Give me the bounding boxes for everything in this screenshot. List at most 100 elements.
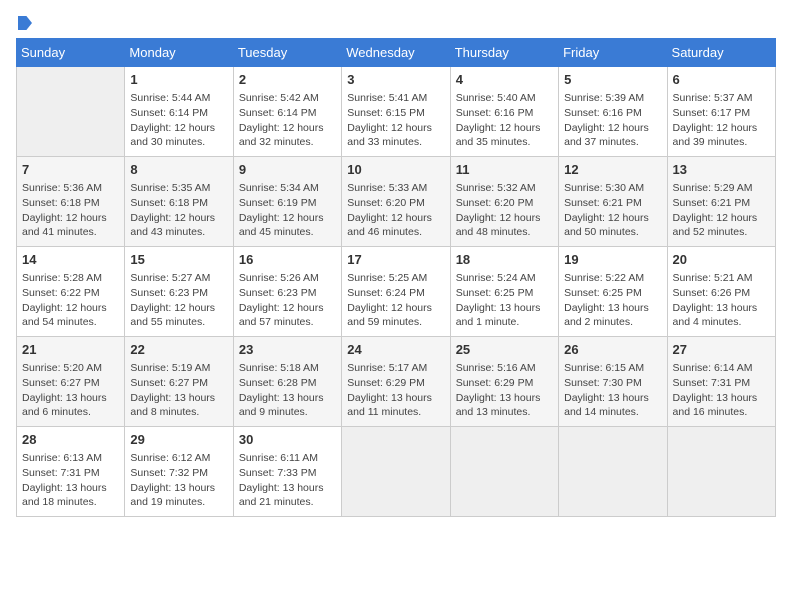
calendar-day-cell: 4 Sunrise: 5:40 AM Sunset: 6:16 PM Daylig… xyxy=(450,67,558,157)
calendar-day-cell: 11 Sunrise: 5:32 AM Sunset: 6:20 PM Dayli… xyxy=(450,157,558,247)
calendar-day-cell: 2 Sunrise: 5:42 AM Sunset: 6:14 PM Daylig… xyxy=(233,67,341,157)
day-number: 21 xyxy=(22,341,119,359)
calendar-table: SundayMondayTuesdayWednesdayThursdayFrid… xyxy=(16,38,776,517)
calendar-day-cell xyxy=(450,427,558,517)
day-info: Sunrise: 6:14 AM Sunset: 7:31 PM Dayligh… xyxy=(673,361,770,420)
calendar-day-cell: 30 Sunrise: 6:11 AM Sunset: 7:33 PM Dayli… xyxy=(233,427,341,517)
day-info: Sunrise: 5:27 AM Sunset: 6:23 PM Dayligh… xyxy=(130,271,227,330)
day-info: Sunrise: 5:29 AM Sunset: 6:21 PM Dayligh… xyxy=(673,181,770,240)
day-info: Sunrise: 5:21 AM Sunset: 6:26 PM Dayligh… xyxy=(673,271,770,330)
day-info: Sunrise: 5:39 AM Sunset: 6:16 PM Dayligh… xyxy=(564,91,661,150)
day-number: 11 xyxy=(456,161,553,179)
day-of-week-header: Monday xyxy=(125,39,233,67)
calendar-day-cell: 6 Sunrise: 5:37 AM Sunset: 6:17 PM Daylig… xyxy=(667,67,775,157)
day-number: 12 xyxy=(564,161,661,179)
calendar-day-cell: 17 Sunrise: 5:25 AM Sunset: 6:24 PM Dayli… xyxy=(342,247,450,337)
calendar-week-row: 21 Sunrise: 5:20 AM Sunset: 6:27 PM Dayli… xyxy=(17,337,776,427)
day-number: 5 xyxy=(564,71,661,89)
day-number: 9 xyxy=(239,161,336,179)
day-info: Sunrise: 5:19 AM Sunset: 6:27 PM Dayligh… xyxy=(130,361,227,420)
day-info: Sunrise: 6:11 AM Sunset: 7:33 PM Dayligh… xyxy=(239,451,336,510)
day-number: 23 xyxy=(239,341,336,359)
day-number: 10 xyxy=(347,161,444,179)
day-number: 20 xyxy=(673,251,770,269)
day-number: 25 xyxy=(456,341,553,359)
calendar-day-cell: 8 Sunrise: 5:35 AM Sunset: 6:18 PM Daylig… xyxy=(125,157,233,247)
day-number: 13 xyxy=(673,161,770,179)
calendar-day-cell: 27Sunrise: 6:14 AM Sunset: 7:31 PM Dayli… xyxy=(667,337,775,427)
day-number: 2 xyxy=(239,71,336,89)
calendar-day-cell: 24 Sunrise: 5:17 AM Sunset: 6:29 PM Dayli… xyxy=(342,337,450,427)
day-of-week-header: Wednesday xyxy=(342,39,450,67)
calendar-day-cell: 16 Sunrise: 5:26 AM Sunset: 6:23 PM Dayli… xyxy=(233,247,341,337)
calendar-day-cell xyxy=(17,67,125,157)
calendar-day-cell: 23 Sunrise: 5:18 AM Sunset: 6:28 PM Dayli… xyxy=(233,337,341,427)
calendar-day-cell: 13 Sunrise: 5:29 AM Sunset: 6:21 PM Dayli… xyxy=(667,157,775,247)
day-info: Sunrise: 6:13 AM Sunset: 7:31 PM Dayligh… xyxy=(22,451,119,510)
calendar-day-cell: 25 Sunrise: 5:16 AM Sunset: 6:29 PM Dayli… xyxy=(450,337,558,427)
day-number: 26 xyxy=(564,341,661,359)
day-number: 7 xyxy=(22,161,119,179)
day-number: 1 xyxy=(130,71,227,89)
day-info: Sunrise: 5:28 AM Sunset: 6:22 PM Dayligh… xyxy=(22,271,119,330)
day-number: 24 xyxy=(347,341,444,359)
day-info: Sunrise: 5:36 AM Sunset: 6:18 PM Dayligh… xyxy=(22,181,119,240)
day-number: 22 xyxy=(130,341,227,359)
calendar-day-cell: 1 Sunrise: 5:44 AM Sunset: 6:14 PM Daylig… xyxy=(125,67,233,157)
calendar-day-cell: 14 Sunrise: 5:28 AM Sunset: 6:22 PM Dayli… xyxy=(17,247,125,337)
day-number: 4 xyxy=(456,71,553,89)
day-info: Sunrise: 5:34 AM Sunset: 6:19 PM Dayligh… xyxy=(239,181,336,240)
day-info: Sunrise: 5:33 AM Sunset: 6:20 PM Dayligh… xyxy=(347,181,444,240)
day-number: 6 xyxy=(673,71,770,89)
page-header xyxy=(16,16,776,30)
day-info: Sunrise: 5:17 AM Sunset: 6:29 PM Dayligh… xyxy=(347,361,444,420)
day-info: Sunrise: 5:32 AM Sunset: 6:20 PM Dayligh… xyxy=(456,181,553,240)
day-number: 29 xyxy=(130,431,227,449)
day-number: 30 xyxy=(239,431,336,449)
logo xyxy=(16,16,32,30)
calendar-day-cell: 10 Sunrise: 5:33 AM Sunset: 6:20 PM Dayli… xyxy=(342,157,450,247)
logo-arrow-icon xyxy=(18,16,32,30)
day-info: Sunrise: 5:20 AM Sunset: 6:27 PM Dayligh… xyxy=(22,361,119,420)
calendar-week-row: 14 Sunrise: 5:28 AM Sunset: 6:22 PM Dayli… xyxy=(17,247,776,337)
day-of-week-header: Tuesday xyxy=(233,39,341,67)
calendar-day-cell: 29 Sunrise: 6:12 AM Sunset: 7:32 PM Dayli… xyxy=(125,427,233,517)
day-number: 16 xyxy=(239,251,336,269)
calendar-day-cell: 9 Sunrise: 5:34 AM Sunset: 6:19 PM Daylig… xyxy=(233,157,341,247)
day-info: Sunrise: 5:18 AM Sunset: 6:28 PM Dayligh… xyxy=(239,361,336,420)
calendar-week-row: 28 Sunrise: 6:13 AM Sunset: 7:31 PM Dayli… xyxy=(17,427,776,517)
calendar-header-row: SundayMondayTuesdayWednesdayThursdayFrid… xyxy=(17,39,776,67)
day-info: Sunrise: 5:44 AM Sunset: 6:14 PM Dayligh… xyxy=(130,91,227,150)
day-info: Sunrise: 5:30 AM Sunset: 6:21 PM Dayligh… xyxy=(564,181,661,240)
day-info: Sunrise: 5:40 AM Sunset: 6:16 PM Dayligh… xyxy=(456,91,553,150)
calendar-week-row: 1 Sunrise: 5:44 AM Sunset: 6:14 PM Daylig… xyxy=(17,67,776,157)
day-of-week-header: Saturday xyxy=(667,39,775,67)
calendar-day-cell xyxy=(342,427,450,517)
calendar-day-cell: 7 Sunrise: 5:36 AM Sunset: 6:18 PM Daylig… xyxy=(17,157,125,247)
day-info: Sunrise: 5:16 AM Sunset: 6:29 PM Dayligh… xyxy=(456,361,553,420)
day-info: Sunrise: 5:42 AM Sunset: 6:14 PM Dayligh… xyxy=(239,91,336,150)
day-info: Sunrise: 5:41 AM Sunset: 6:15 PM Dayligh… xyxy=(347,91,444,150)
day-number: 17 xyxy=(347,251,444,269)
calendar-day-cell: 3 Sunrise: 5:41 AM Sunset: 6:15 PM Daylig… xyxy=(342,67,450,157)
calendar-day-cell: 15 Sunrise: 5:27 AM Sunset: 6:23 PM Dayli… xyxy=(125,247,233,337)
day-number: 15 xyxy=(130,251,227,269)
day-number: 8 xyxy=(130,161,227,179)
day-number: 14 xyxy=(22,251,119,269)
day-info: Sunrise: 5:37 AM Sunset: 6:17 PM Dayligh… xyxy=(673,91,770,150)
day-info: Sunrise: 5:22 AM Sunset: 6:25 PM Dayligh… xyxy=(564,271,661,330)
day-of-week-header: Thursday xyxy=(450,39,558,67)
day-info: Sunrise: 5:35 AM Sunset: 6:18 PM Dayligh… xyxy=(130,181,227,240)
day-number: 28 xyxy=(22,431,119,449)
day-number: 19 xyxy=(564,251,661,269)
day-number: 3 xyxy=(347,71,444,89)
calendar-day-cell: 22 Sunrise: 5:19 AM Sunset: 6:27 PM Dayli… xyxy=(125,337,233,427)
day-info: Sunrise: 5:25 AM Sunset: 6:24 PM Dayligh… xyxy=(347,271,444,330)
calendar-day-cell: 12 Sunrise: 5:30 AM Sunset: 6:21 PM Dayli… xyxy=(559,157,667,247)
day-info: Sunrise: 5:26 AM Sunset: 6:23 PM Dayligh… xyxy=(239,271,336,330)
calendar-day-cell xyxy=(559,427,667,517)
calendar-day-cell: 5 Sunrise: 5:39 AM Sunset: 6:16 PM Daylig… xyxy=(559,67,667,157)
calendar-day-cell: 26Sunrise: 6:15 AM Sunset: 7:30 PM Dayli… xyxy=(559,337,667,427)
calendar-day-cell: 20 Sunrise: 5:21 AM Sunset: 6:26 PM Dayli… xyxy=(667,247,775,337)
day-info: Sunrise: 6:12 AM Sunset: 7:32 PM Dayligh… xyxy=(130,451,227,510)
